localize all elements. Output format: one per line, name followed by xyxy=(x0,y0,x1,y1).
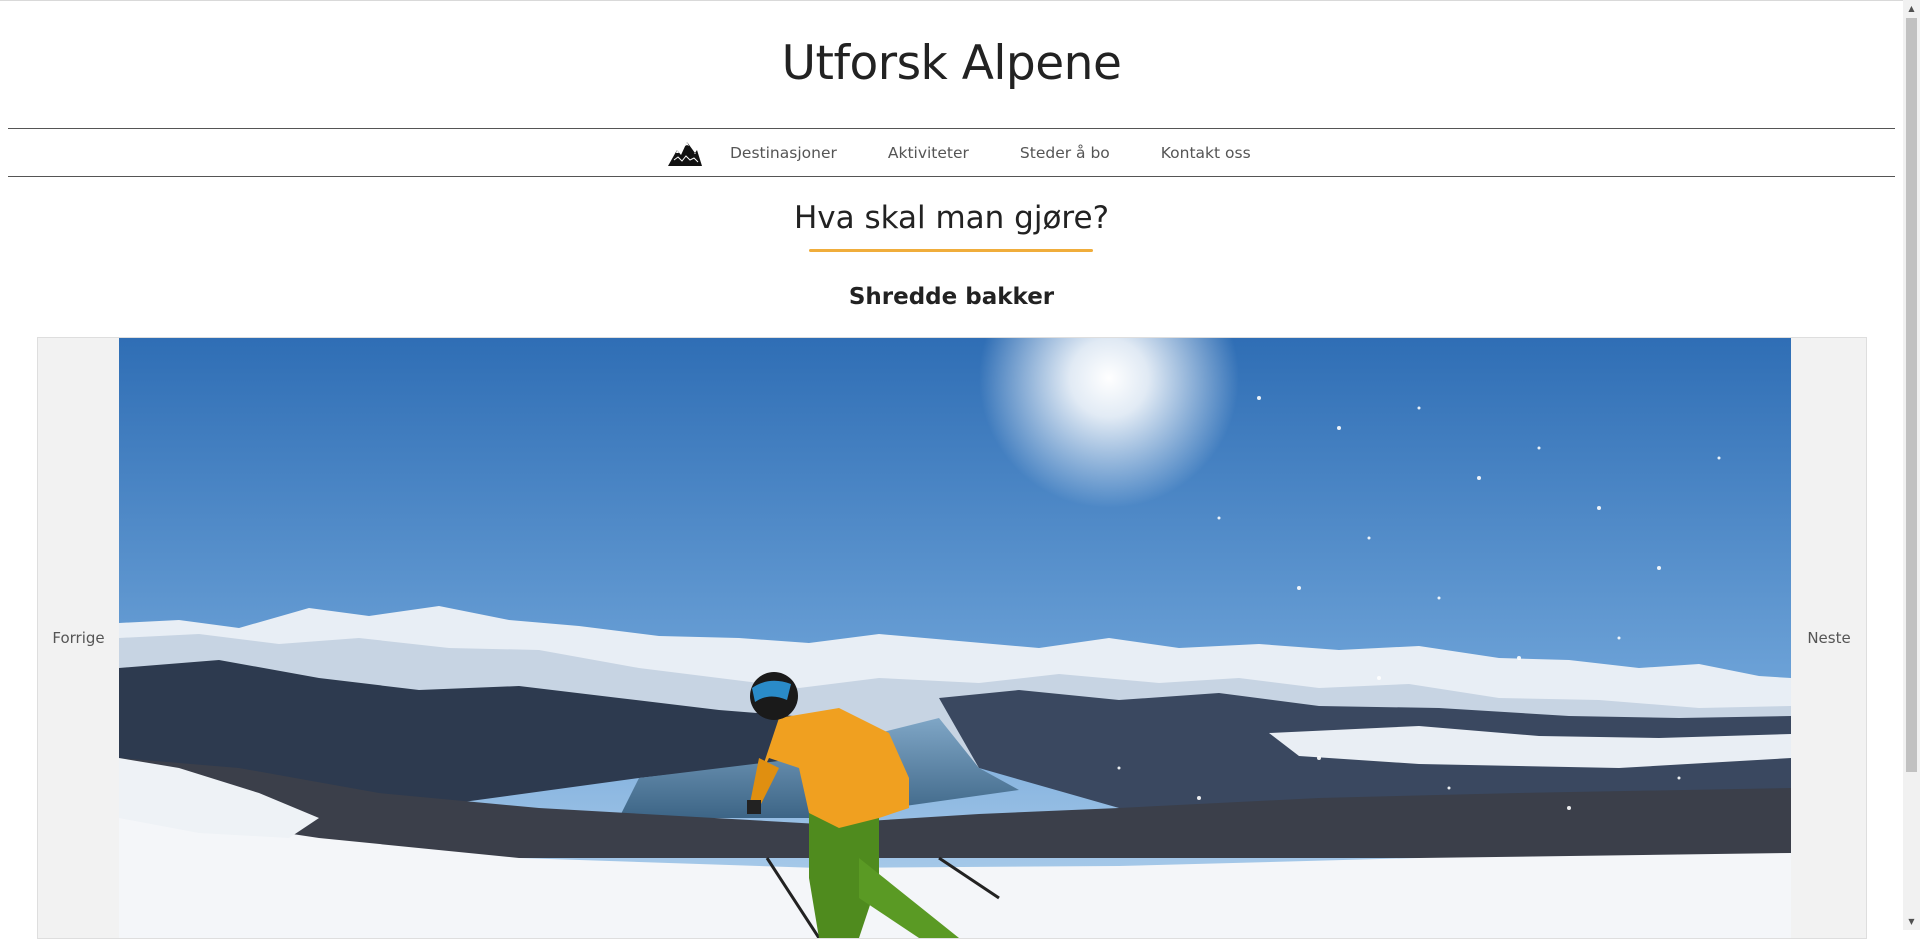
nav-items: Destinasjoner Aktiviteter Steder å bo Ko… xyxy=(668,129,1302,176)
carousel-prev-button[interactable]: Forrige xyxy=(38,338,119,938)
nav-link-destinasjoner[interactable]: Destinasjoner xyxy=(730,144,837,162)
ski-photo-illustration xyxy=(119,338,1791,938)
mountain-logo-icon[interactable] xyxy=(668,138,702,168)
scrollbar-thumb[interactable] xyxy=(1906,18,1917,772)
section-title: Hva skal man gjøre? xyxy=(793,200,1110,236)
nav-link-kontakt-oss[interactable]: Kontakt oss xyxy=(1161,144,1251,162)
carousel-next-button[interactable]: Neste xyxy=(1792,338,1866,938)
section-title-underline xyxy=(809,249,1093,252)
slide-caption: Shredde bakker xyxy=(848,284,1055,310)
scroll-up-arrow-icon[interactable]: ▲ xyxy=(1903,0,1920,17)
nav-link-steder-a-bo[interactable]: Steder å bo xyxy=(1020,144,1110,162)
scroll-down-arrow-icon[interactable]: ▼ xyxy=(1903,913,1920,930)
carousel-slide-image xyxy=(119,338,1791,938)
main-navigation: Destinasjoner Aktiviteter Steder å bo Ko… xyxy=(8,128,1895,177)
top-border xyxy=(0,0,1903,1)
image-carousel: Forrige Neste xyxy=(37,337,1867,939)
nav-link-aktiviteter[interactable]: Aktiviteter xyxy=(888,144,969,162)
site-title: Utforsk Alpene xyxy=(781,36,1122,91)
vertical-scrollbar[interactable]: ▲ ▼ xyxy=(1903,0,1920,930)
